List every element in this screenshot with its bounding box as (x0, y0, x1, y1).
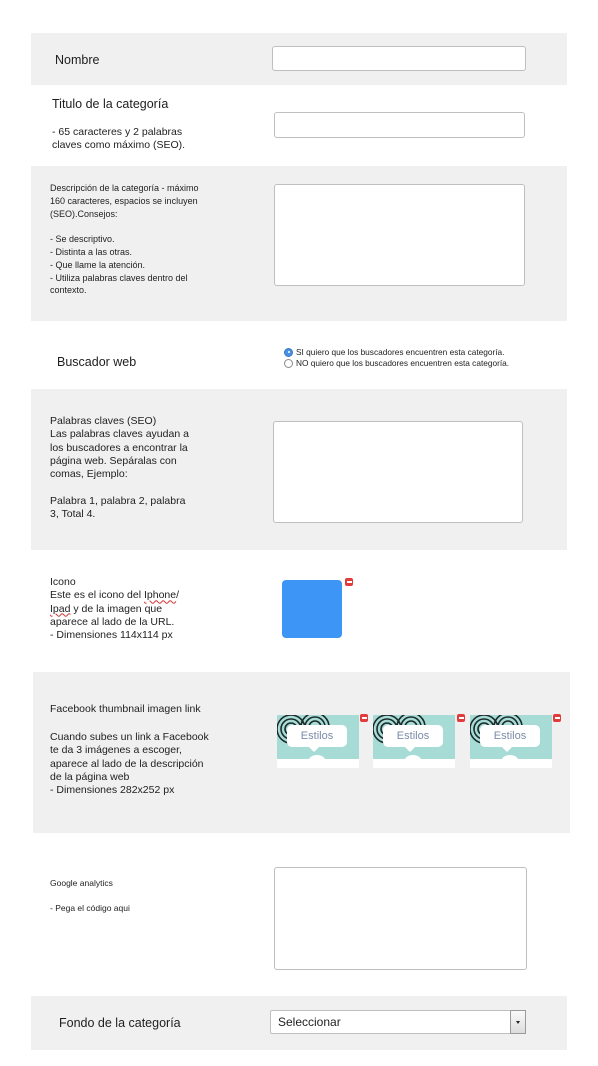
analytics-hint: - Pega el código aqui (50, 903, 130, 913)
thumbnail-delete-icon[interactable] (553, 714, 561, 722)
icono-line2: Ipad y de la imagen que (50, 603, 260, 616)
titulo-input[interactable] (274, 112, 525, 138)
icono-preview-image[interactable] (282, 580, 342, 638)
icono-line1-post: / (176, 589, 180, 602)
buscador-option-si-label: SI quiero que los buscadores encuentren … (296, 347, 505, 357)
facebook-description: Cuando subes un link a Facebook te da 3 … (50, 731, 209, 797)
fondo-select[interactable]: Seleccionar (270, 1010, 526, 1034)
icono-title: Icono (50, 576, 76, 588)
fondo-select-value: Seleccionar (278, 1015, 341, 1029)
titulo-label: Titulo de la categoría (52, 97, 169, 111)
nombre-label: Nombre (55, 53, 100, 67)
buscador-label: Buscador web (57, 355, 137, 369)
buscador-option-si[interactable]: SI quiero que los buscadores encuentren … (284, 347, 504, 357)
thumbnail-knob (405, 755, 421, 765)
facebook-thumbnail[interactable]: Estilos (470, 715, 552, 768)
palabras-label: Palabras claves (SEO) Las palabras clave… (50, 415, 189, 521)
analytics-textarea[interactable] (274, 867, 527, 970)
thumbnail-label: Estilos (480, 725, 540, 752)
facebook-thumbnail[interactable]: Estilos (277, 715, 359, 768)
descripcion-textarea[interactable] (274, 184, 525, 286)
icono-line2-word: Ipad (50, 602, 71, 615)
radio-unselected-icon[interactable] (284, 358, 293, 368)
thumbnail-knob (502, 755, 518, 765)
titulo-hint: - 65 caracteres y 2 palabras claves como… (52, 126, 186, 151)
analytics-title: Google analytics (50, 878, 113, 888)
icono-line2-post: y de la imagen que (70, 602, 163, 615)
thumbnail-delete-icon[interactable] (360, 714, 368, 722)
radio-selected-icon[interactable] (284, 347, 293, 357)
descripcion-label: Descripción de la categoría - máximo 160… (50, 183, 199, 296)
thumbnail-label: Estilos (383, 725, 443, 752)
fondo-label: Fondo de la categoría (59, 1016, 181, 1030)
chevron-down-icon[interactable] (510, 1010, 526, 1034)
icono-rest: aparece al lado de la URL. - Dimensiones… (50, 615, 175, 642)
icono-description: Icono Este es el icono del Iphone/ Ipad … (50, 576, 260, 642)
nombre-input[interactable] (272, 46, 526, 71)
thumbnail-label: Estilos (287, 725, 347, 752)
facebook-thumbnail[interactable]: Estilos (373, 715, 455, 768)
buscador-option-no[interactable]: NO quiero que los buscadores encuentren … (284, 358, 509, 368)
icono-line1-word: Iphone (143, 589, 177, 602)
icono-line1-pre: Este es el icono del (50, 589, 144, 602)
buscador-option-no-label: NO quiero que los buscadores encuentren … (296, 358, 510, 368)
icono-line1: Este es el icono del Iphone/ (50, 589, 260, 602)
thumbnail-knob (309, 755, 325, 765)
facebook-title: Facebook thumbnail imagen link (50, 703, 201, 715)
palabras-textarea[interactable] (273, 421, 523, 523)
icono-delete-icon[interactable] (345, 578, 353, 586)
thumbnail-delete-icon[interactable] (457, 714, 465, 722)
